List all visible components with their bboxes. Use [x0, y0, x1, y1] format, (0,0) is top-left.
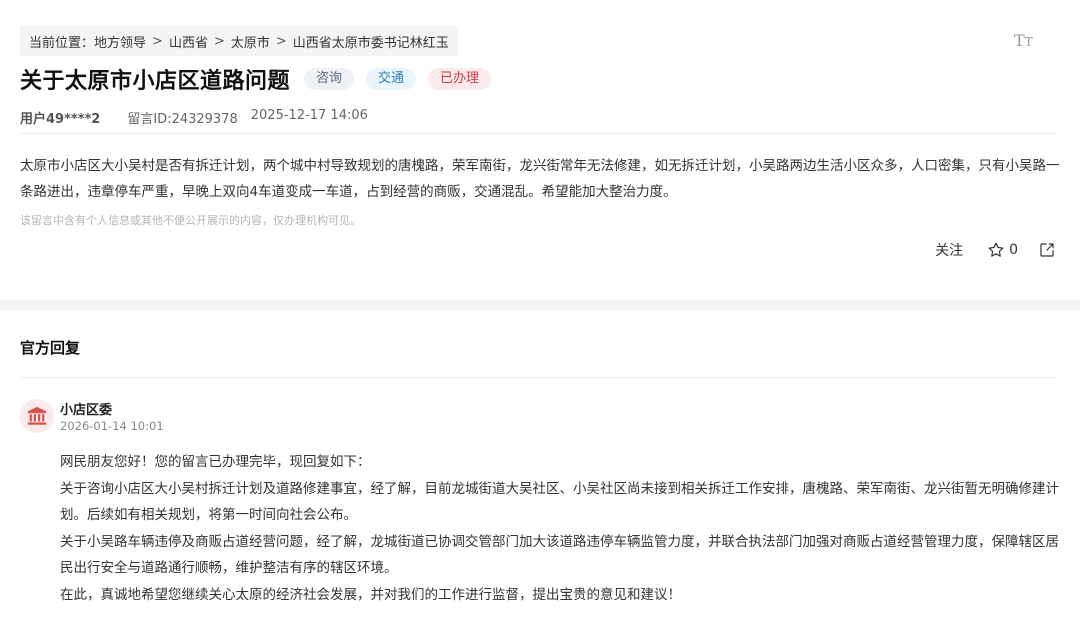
like-count: 0	[1009, 242, 1018, 258]
tag-traffic: 交通	[366, 68, 417, 90]
reply-org-name: 小店区委	[60, 403, 113, 418]
divider	[20, 133, 1056, 134]
breadcrumb-separator: >	[275, 33, 287, 49]
breadcrumb-item-current[interactable]: 山西省太原市委书记林红玉	[293, 32, 449, 51]
divider	[20, 377, 1056, 378]
breadcrumb-separator: >	[213, 33, 225, 49]
star-icon	[988, 242, 1004, 257]
breadcrumb-separator: >	[152, 33, 163, 49]
breadcrumb-item-city[interactable]: 太原市	[231, 32, 270, 51]
message-id: 留言ID:24329378	[127, 112, 238, 127]
post-datetime: 2025-12-17 14:06	[250, 108, 368, 123]
like-button[interactable]: 0	[987, 241, 1018, 259]
reply-paragraph: 关于小吴路车辆违停及商贩占道经营问题，经了解，龙城街道已协调交管部门加大该道路违…	[60, 533, 1059, 577]
breadcrumb-prefix: 当前位置：	[29, 35, 95, 51]
reply-paragraph: 关于咨询小店区大小吴村拆迁计划及道路修建事宜，经了解，目前龙城街道大吴社区、小吴…	[60, 480, 1059, 524]
privacy-note: 该留言中含有个人信息或其他不便公开展示的内容，仅办理机构可见。	[20, 214, 361, 227]
section-separator	[0, 300, 1080, 310]
breadcrumb-item-local-leaders[interactable]: 地方领导	[94, 32, 146, 51]
breadcrumb: 当前位置： 地方领导 > 山西省 > 太原市 > 山西省太原市委书记林红玉	[20, 26, 458, 56]
reply-paragraph: 网民朋友您好！您的留言已办理完毕，现回复如下：	[60, 454, 371, 470]
text-size-large-glyph: T	[1014, 31, 1025, 50]
tag-consult: 咨询	[304, 68, 355, 90]
post-actions: 关注 0	[935, 240, 1056, 260]
title-row: 关于太原市小店区道路问题 咨询 交通 已办理	[20, 63, 492, 95]
text-size-icon[interactable]: TT	[1014, 30, 1036, 52]
text-size-small-glyph: T	[1024, 35, 1033, 49]
follow-button[interactable]: 关注	[935, 240, 963, 260]
post-author: 用户49****2	[20, 112, 101, 127]
share-button[interactable]	[1038, 241, 1056, 259]
share-icon	[1040, 243, 1054, 257]
post-meta: 用户49****2 留言ID:24329378 2025-12-17 14:06	[20, 108, 368, 127]
government-building-icon	[27, 406, 47, 425]
page-title: 关于太原市小店区道路问题	[20, 69, 291, 94]
reply-heading: 官方回复	[20, 339, 81, 357]
post-content: 太原市小店区大小吴村是否有拆迁计划，两个城中村导致规划的唐槐路，荣军南街，龙兴街…	[20, 158, 1060, 200]
avatar	[20, 399, 54, 433]
reply-datetime: 2026-01-14 10:01	[60, 419, 164, 433]
reply-body: 网民朋友您好！您的留言已办理完毕，现回复如下： 关于咨询小店区大小吴村拆迁计划及…	[60, 449, 1060, 608]
status-badge: 已办理	[428, 68, 492, 90]
breadcrumb-item-province[interactable]: 山西省	[169, 32, 208, 51]
reply-paragraph: 在此，真诚地希望您继续关心太原的经济社会发展，并对我们的工作进行监督，提出宝贵的…	[60, 586, 681, 603]
